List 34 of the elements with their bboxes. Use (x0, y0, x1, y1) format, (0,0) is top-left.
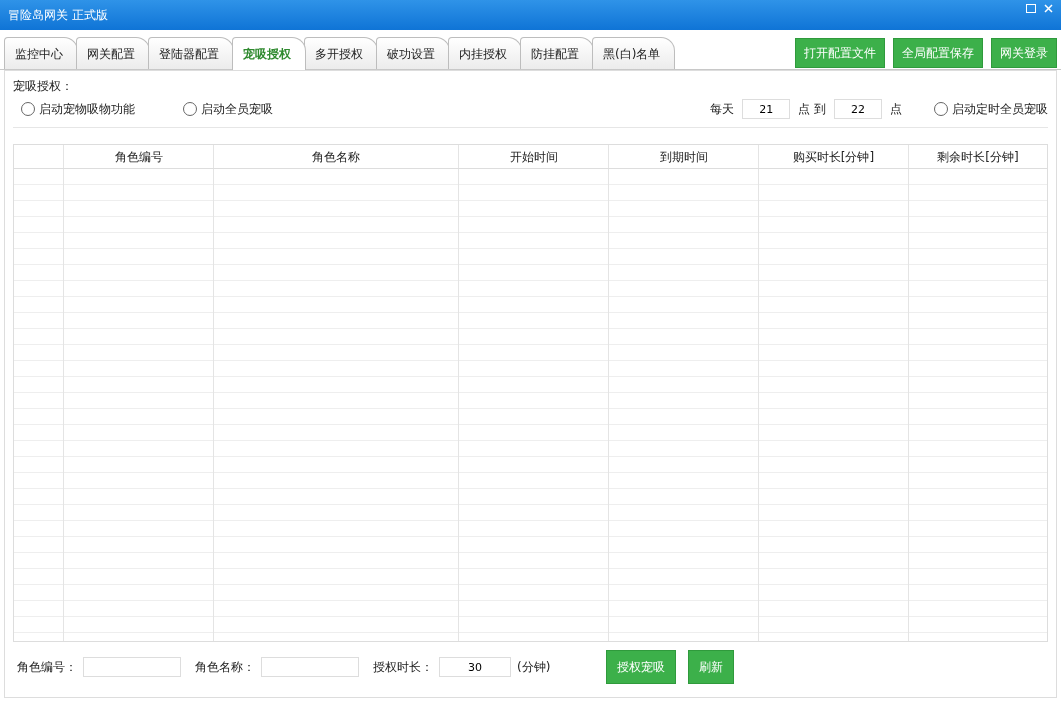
tab[interactable]: 监控中心 (4, 37, 78, 69)
maximize-icon[interactable] (1026, 4, 1036, 13)
tab[interactable]: 破功设置 (376, 37, 450, 69)
field-label: 角色编号： (17, 659, 77, 676)
column-header[interactable]: 剩余时长[分钟] (909, 145, 1047, 168)
column-header[interactable]: 角色编号 (64, 145, 214, 168)
input-field[interactable]: 30 (439, 657, 511, 677)
input-field[interactable] (83, 657, 181, 677)
column-header[interactable]: 开始时间 (459, 145, 609, 168)
prefix-label: 每天 (710, 101, 735, 118)
tab[interactable]: 多开授权 (304, 37, 378, 69)
column-header[interactable]: 到期时间 (609, 145, 759, 168)
unit-label: (分钟) (517, 659, 551, 676)
tab[interactable]: 宠吸授权 (232, 37, 306, 70)
field-label: 授权时长： (373, 659, 433, 676)
close-icon[interactable] (1044, 4, 1053, 13)
tab[interactable]: 防挂配置 (520, 37, 594, 69)
column-header[interactable]: 购买时长[分钟] (759, 145, 909, 168)
group-title: 宠吸授权： (13, 78, 73, 95)
tab[interactable]: 网关配置 (76, 37, 150, 69)
column-header[interactable]: 角色名称 (214, 145, 459, 168)
to-label: 点 到 (798, 101, 826, 118)
radio-label: 启动全员宠吸 (201, 101, 273, 118)
radio-label: 启动定时全员宠吸 (952, 101, 1048, 118)
radio-label: 启动宠物吸物功能 (39, 101, 135, 118)
hour-field[interactable]: 22 (834, 99, 882, 119)
field-label: 角色名称： (195, 659, 255, 676)
window-title: 冒险岛网关 正式版 (8, 7, 108, 24)
hour-label: 点 (890, 101, 902, 118)
input-field[interactable] (261, 657, 359, 677)
tab[interactable]: 登陆器配置 (148, 37, 234, 69)
hour-field[interactable]: 21 (742, 99, 791, 119)
tab[interactable]: 黑(白)名单 (592, 37, 676, 69)
tab[interactable]: 内挂授权 (448, 37, 522, 69)
